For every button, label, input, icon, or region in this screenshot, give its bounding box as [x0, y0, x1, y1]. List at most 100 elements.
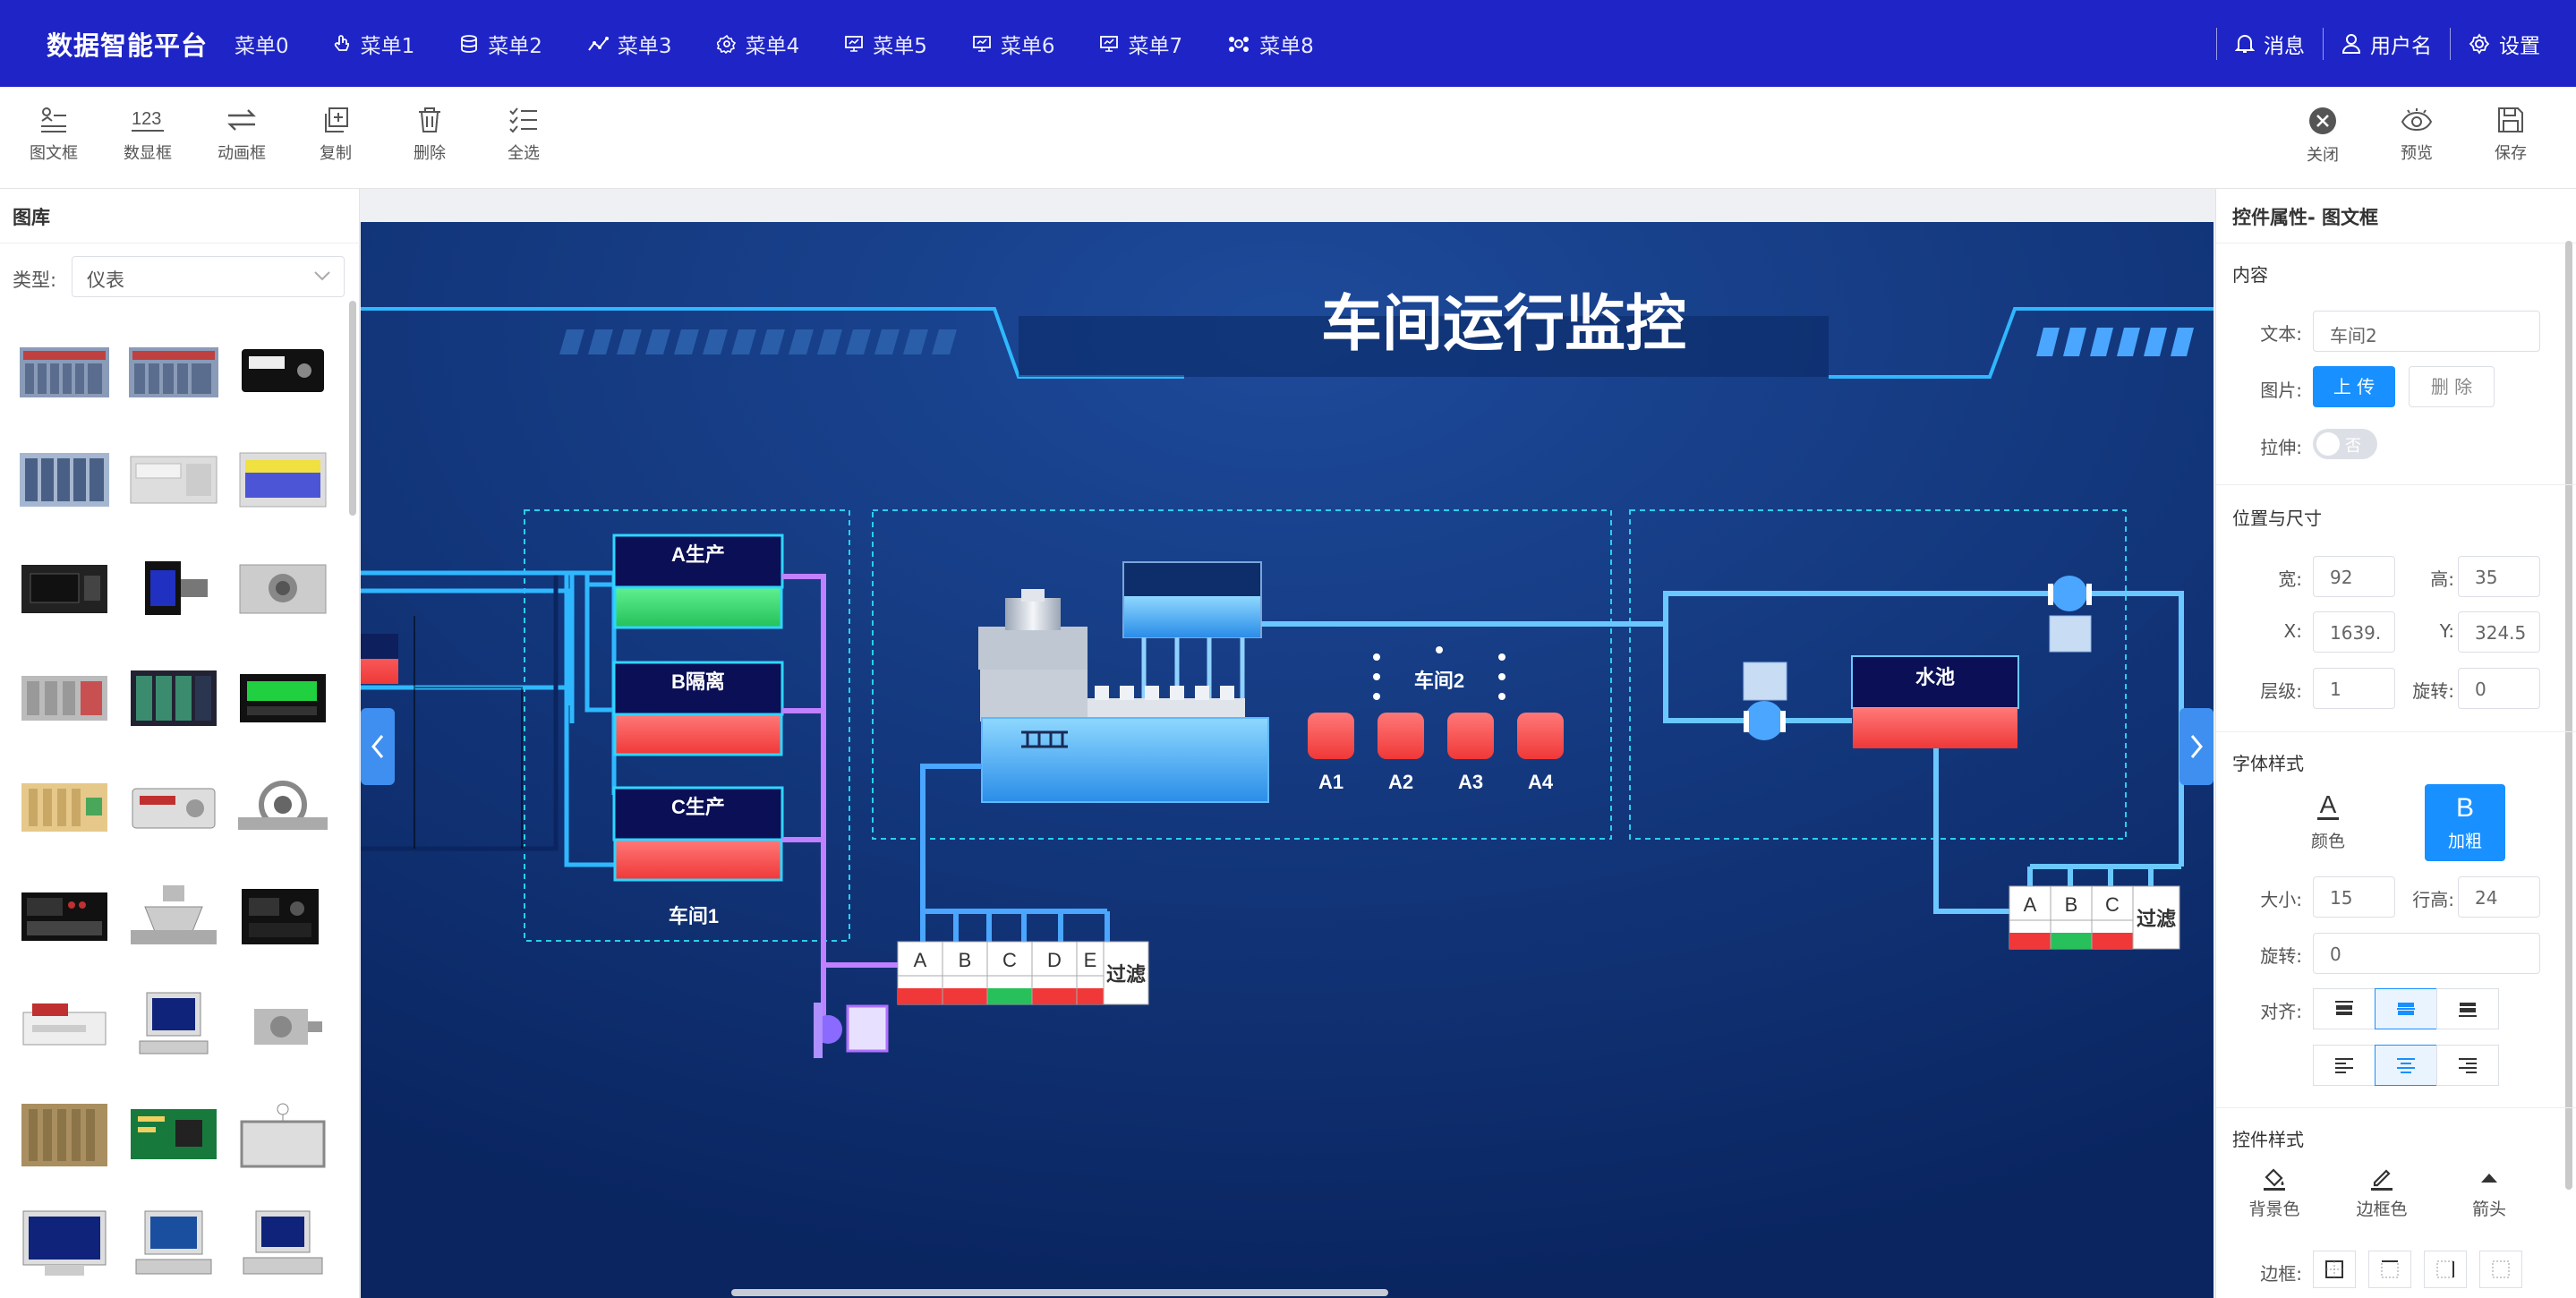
background-color-button[interactable]: 背景色: [2234, 1165, 2315, 1220]
instrument-thumbnail[interactable]: [127, 771, 220, 842]
menu-item-8[interactable]: 菜单8: [1227, 29, 1314, 59]
animation-box-tool[interactable]: 动画框: [206, 107, 277, 164]
box-c-production[interactable]: C生产: [612, 786, 784, 882]
bold-button[interactable]: B 加粗: [2425, 784, 2505, 861]
pool-label: 水池: [1915, 666, 1955, 688]
monitor-thumbnail[interactable]: [18, 1208, 111, 1279]
user-button[interactable]: 用户名: [2323, 27, 2450, 60]
circuit-board-thumbnail[interactable]: [127, 1098, 220, 1170]
server-rack-thumbnail[interactable]: [18, 1098, 111, 1170]
stretch-toggle[interactable]: 否: [2313, 429, 2377, 459]
tank-top-w2[interactable]: [1122, 561, 1262, 638]
line-height-input[interactable]: 24: [2458, 876, 2540, 918]
number-display-tool[interactable]: 123 数显框: [112, 107, 183, 164]
drive-unit-thumbnail[interactable]: [127, 552, 220, 624]
border-right-button[interactable]: [2424, 1251, 2467, 1288]
hmi-device-thumbnail[interactable]: [18, 552, 111, 624]
flow-meter-thumbnail[interactable]: [236, 771, 329, 842]
app-brand: 数据智能平台: [47, 30, 209, 61]
properties-scrollbar[interactable]: [2565, 241, 2572, 1190]
delete-image-button[interactable]: 删 除: [2409, 366, 2495, 407]
library-scrollbar[interactable]: [349, 301, 356, 516]
rotation-input[interactable]: 0: [2458, 668, 2540, 709]
border-all-button[interactable]: [2313, 1251, 2356, 1288]
plc-rack-thumbnail[interactable]: [18, 335, 111, 406]
workshop2-label[interactable]: 车间2: [1414, 670, 1464, 692]
menu-item-2[interactable]: 菜单2: [459, 29, 542, 59]
layer-label: 层级:: [2260, 680, 2302, 702]
settings-label: 设置: [2499, 34, 2540, 58]
border-none-icon: [2492, 1260, 2510, 1278]
menu-item-5[interactable]: 菜单5: [844, 29, 927, 59]
controller-box-thumbnail[interactable]: [127, 444, 220, 516]
cabinet-thumbnail[interactable]: [18, 771, 111, 842]
collapse-right-button[interactable]: [2179, 708, 2213, 785]
pool-tank[interactable]: 水池: [1851, 655, 2019, 748]
menu-item-4[interactable]: 菜单4: [716, 29, 799, 59]
font-size-input[interactable]: 15: [2313, 876, 2395, 918]
height-input[interactable]: 35: [2458, 556, 2540, 597]
align-top-button[interactable]: [2313, 988, 2376, 1029]
border-none-button[interactable]: [2479, 1251, 2522, 1288]
font-color-button[interactable]: A 颜色: [2288, 784, 2368, 861]
image-text-box-tool[interactable]: 图文框: [18, 107, 90, 164]
font-rotation-input[interactable]: 0: [2313, 933, 2540, 974]
select-all-tool[interactable]: 全选: [488, 107, 559, 164]
menu-item-7[interactable]: 菜单7: [1099, 29, 1182, 59]
canvas-horizontal-scrollbar[interactable]: [731, 1289, 1388, 1296]
valve-assembly-thumbnail[interactable]: [127, 880, 220, 952]
close-tool[interactable]: 关闭: [2287, 107, 2358, 166]
menu-item-0[interactable]: 菜单0: [235, 29, 289, 59]
align-middle-button[interactable]: [2375, 988, 2437, 1029]
box-a-production[interactable]: A生产: [612, 534, 784, 629]
display-panel-thumbnail[interactable]: [236, 444, 329, 516]
terminal-thumbnail[interactable]: [236, 1208, 329, 1279]
width-input[interactable]: 92: [2313, 556, 2395, 597]
align-right-button[interactable]: [2436, 1045, 2499, 1086]
text-input[interactable]: 车间2: [2313, 311, 2540, 352]
arrow-button[interactable]: 箭头: [2449, 1165, 2529, 1220]
preview-tool[interactable]: 预览: [2381, 107, 2452, 164]
delete-tool[interactable]: 删除: [394, 107, 465, 164]
dial-gauge-thumbnail[interactable]: [236, 552, 329, 624]
plc-rack-thumbnail[interactable]: [127, 335, 220, 406]
computer-thumbnail[interactable]: [127, 989, 220, 1061]
control-panel-thumbnail[interactable]: [18, 880, 111, 952]
tool-label: 预览: [2401, 144, 2433, 163]
save-tool[interactable]: 保存: [2475, 107, 2546, 164]
signal-box-thumbnail[interactable]: [236, 880, 329, 952]
power-module-thumbnail[interactable]: [236, 335, 329, 406]
menu-item-3[interactable]: 菜单3: [587, 29, 672, 59]
wireless-panel-thumbnail[interactable]: [236, 1098, 329, 1170]
modular-plc-thumbnail[interactable]: [127, 662, 220, 733]
toggle-state: 否: [2345, 437, 2361, 456]
scada-canvas[interactable]: 车间运行监控 A生产 B隔离 C生产 车间1 车间2 A1 A2 A3 A4 A…: [361, 222, 2213, 1298]
type-select[interactable]: 仪表: [72, 256, 345, 297]
y-input[interactable]: 324.5: [2458, 611, 2540, 653]
printer-thumbnail[interactable]: [18, 989, 111, 1061]
upload-button[interactable]: 上 传: [2313, 366, 2395, 407]
border-top-button[interactable]: [2368, 1251, 2411, 1288]
x-input[interactable]: 1639.: [2313, 611, 2395, 653]
collapse-left-button[interactable]: [361, 708, 395, 785]
digital-meter-thumbnail[interactable]: [236, 662, 329, 733]
menu-item-6[interactable]: 菜单6: [972, 29, 1054, 59]
font-color-icon: A: [2317, 790, 2339, 820]
messages-button[interactable]: 消息: [2216, 27, 2323, 60]
border-color-button[interactable]: 边框色: [2341, 1165, 2422, 1220]
workstation-thumbnail[interactable]: [127, 1208, 220, 1279]
align-left-button[interactable]: [2313, 1045, 2376, 1086]
filter2-table[interactable]: A B C 过滤: [2009, 885, 2180, 950]
terminal-block-thumbnail[interactable]: [18, 662, 111, 733]
box-b-isolation[interactable]: B隔离: [612, 661, 784, 756]
io-module-thumbnail[interactable]: [18, 444, 111, 516]
motor-thumbnail[interactable]: [236, 989, 329, 1061]
hand-icon: [334, 34, 349, 51]
settings-button[interactable]: 设置: [2450, 27, 2558, 60]
filter1-table[interactable]: A B C D E 过滤: [897, 941, 1149, 1005]
layer-input[interactable]: 1: [2313, 668, 2395, 709]
copy-tool[interactable]: 复制: [300, 107, 371, 164]
align-bottom-button[interactable]: [2436, 988, 2499, 1029]
align-center-button[interactable]: [2375, 1045, 2437, 1086]
menu-item-1[interactable]: 菜单1: [334, 29, 414, 59]
